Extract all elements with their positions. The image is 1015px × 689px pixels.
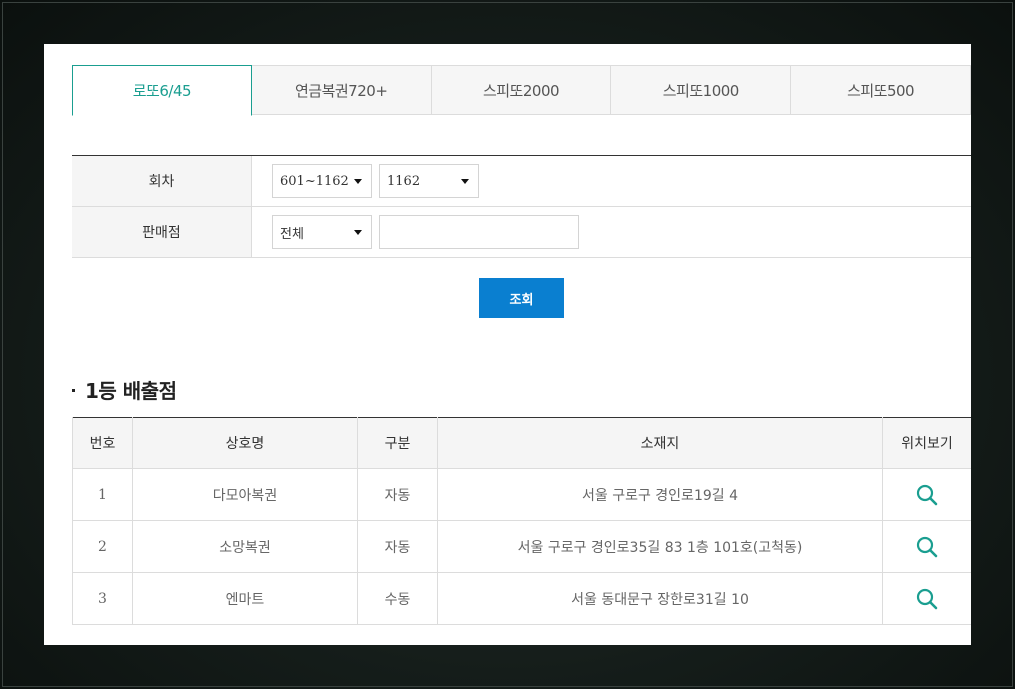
- row-store-name: 엔마트: [132, 572, 358, 625]
- region-value: 전체: [280, 226, 304, 242]
- row-address: 서울 구로구 경인로19길 4: [437, 468, 883, 521]
- row-address: 서울 동대문구 장한로31길 10: [437, 572, 883, 625]
- lottery-tabs: 로또6/45 연금복권720+ 스피또2000 스피또1000 스피또500: [72, 65, 971, 116]
- search-map-icon[interactable]: [915, 483, 939, 507]
- dropdown-arrow-icon: [461, 179, 469, 184]
- row-store-name: 다모아복권: [132, 468, 358, 521]
- round-value: 1162: [387, 173, 421, 189]
- row-address: 서울 구로구 경인로35길 83 1층 101호(고척동): [437, 520, 883, 573]
- header-store-name: 상호명: [132, 417, 358, 469]
- header-address: 소재지: [437, 417, 883, 469]
- table-row: 1 다모아복권 자동 서울 구로구 경인로19길 4: [72, 468, 971, 521]
- row-type: 수동: [357, 572, 438, 625]
- table-row: 2 소망복권 자동 서울 구로구 경인로35길 83 1층 101호(고척동): [72, 520, 971, 573]
- store-fields: 전체: [252, 207, 579, 257]
- region-select[interactable]: 전체: [272, 215, 372, 249]
- tab-pension720[interactable]: 연금복권720+: [251, 65, 432, 115]
- round-range-select[interactable]: 601~1162: [272, 164, 372, 198]
- search-button[interactable]: 조회: [479, 278, 564, 318]
- tab-speetto500[interactable]: 스피또500: [791, 65, 971, 115]
- store-label: 판매점: [72, 207, 252, 257]
- search-form: 회차 601~1162 1162 판매점 전체: [72, 155, 971, 258]
- search-map-icon[interactable]: [915, 587, 939, 611]
- table-header-row: 번호 상호명 구분 소재지 위치보기: [72, 417, 971, 469]
- header-location: 위치보기: [882, 417, 971, 469]
- search-map-icon[interactable]: [915, 535, 939, 559]
- row-location-cell: [882, 468, 971, 521]
- content-panel: 로또6/45 연금복권720+ 스피또2000 스피또1000 스피또500 회…: [44, 44, 971, 645]
- table-row: 3 엔마트 수동 서울 동대문구 장한로31길 10: [72, 572, 971, 625]
- header-number: 번호: [72, 417, 133, 469]
- row-store-name: 소망복권: [132, 520, 358, 573]
- dropdown-arrow-icon: [354, 179, 362, 184]
- round-row: 회차 601~1162 1162: [72, 156, 971, 207]
- row-location-cell: [882, 520, 971, 573]
- dropdown-arrow-icon: [354, 230, 362, 235]
- store-row: 판매점 전체: [72, 207, 971, 258]
- tab-lotto645[interactable]: 로또6/45: [72, 65, 252, 116]
- bullet-icon: [72, 389, 75, 392]
- section-title: 1등 배출점: [72, 375, 177, 403]
- round-range-value: 601~1162: [280, 173, 349, 189]
- row-number: 3: [72, 572, 133, 625]
- row-type: 자동: [357, 468, 438, 521]
- round-fields: 601~1162 1162: [252, 156, 479, 206]
- section-title-text: 1등 배출점: [85, 378, 177, 403]
- round-label: 회차: [72, 156, 252, 206]
- store-name-input[interactable]: [379, 215, 579, 249]
- round-select[interactable]: 1162: [379, 164, 479, 198]
- row-location-cell: [882, 572, 971, 625]
- tab-speetto1000[interactable]: 스피또1000: [611, 65, 792, 115]
- row-number: 1: [72, 468, 133, 521]
- row-number: 2: [72, 520, 133, 573]
- tab-speetto2000[interactable]: 스피또2000: [431, 65, 612, 115]
- header-type: 구분: [357, 417, 438, 469]
- row-type: 자동: [357, 520, 438, 573]
- results-table: 번호 상호명 구분 소재지 위치보기 1 다모아복권 자동 서울 구로구 경인로…: [72, 417, 971, 625]
